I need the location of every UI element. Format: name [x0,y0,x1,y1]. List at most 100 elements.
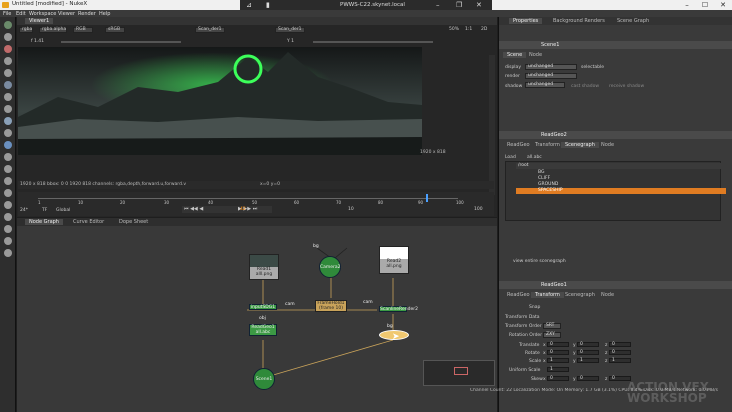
lut-dropdown[interactable]: sRGB [105,27,125,33]
tab-node[interactable]: Node [597,292,618,298]
step-value[interactable]: 10 [348,207,354,212]
scale-y-field[interactable]: 1 [577,358,599,363]
metadata-tool-icon[interactable] [4,153,12,161]
rotate-y-field[interactable]: 0 [577,350,599,355]
node-input-sdg[interactable]: inputSDG1 [249,304,277,310]
toolsets-tool-icon[interactable] [4,165,12,173]
transform-tool-icon[interactable] [4,117,12,125]
rotate-z-field[interactable]: 0 [609,350,631,355]
uniform-scale-field[interactable]: 1 [547,367,569,372]
range-dropdown[interactable]: Global [56,208,70,213]
remote-minimize-button[interactable]: – [436,1,440,9]
minimize-button[interactable]: – [678,0,696,10]
render-dropdown[interactable]: unchanged [525,73,577,79]
remote-restore-button[interactable]: ❐ [456,1,462,9]
remote-close-button[interactable]: ✕ [476,1,482,9]
pin-icon[interactable]: ⊿ [246,1,252,9]
playback-controls[interactable]: ⏮ ◀◀ ◀ ▶ ▶▶ ⏭ [182,206,272,213]
time-tool-icon[interactable] [4,45,12,53]
node-scanline-render[interactable]: ScanlineRender2 [379,306,418,312]
tab-readgeo[interactable]: ReadGeo [503,292,534,298]
timeline-track[interactable] [38,198,458,199]
merge-tool-icon[interactable] [4,105,12,113]
colorspace-dropdown[interactable]: RGB [73,27,93,33]
tab-readgeo[interactable]: ReadGeo [503,142,534,148]
ratio-dropdown[interactable]: 1:1 [465,27,472,32]
translate-z-field[interactable]: 0 [609,342,631,347]
other-tool-icon[interactable] [4,201,12,209]
node-read2[interactable]: Read2 all.png [379,246,409,274]
color-tool-icon[interactable] [4,69,12,77]
tab-scenegraph[interactable]: Scenegraph [561,142,599,148]
image-tool-icon[interactable] [4,21,12,29]
tab-viewer1[interactable]: Viewer1 [25,18,54,24]
cara-tool-icon[interactable] [4,237,12,245]
scene1-panel-header[interactable]: Scene1 [499,41,732,49]
input-b-dropdown[interactable]: Scan_der1 [275,27,305,33]
tree-row[interactable]: /root [516,163,726,169]
tree-row-selected[interactable]: SPACESHIP [516,188,726,194]
display-dropdown[interactable]: unchanged [525,64,577,70]
readgeo2-panel-header[interactable]: ReadGeo2 [499,131,732,139]
zoom-dropdown[interactable]: 50% [449,27,459,32]
viewer-image[interactable] [18,47,422,155]
readgeo1-panel-header[interactable]: ReadGeo1 [499,281,732,289]
tab-properties[interactable]: Properties [509,18,543,24]
scale-z-field[interactable]: 1 [609,358,631,363]
skew-y-field[interactable]: 0 [577,376,599,381]
rotation-order-dropdown[interactable]: ZXY [543,332,561,338]
rotate-x-field[interactable]: 0 [547,350,569,355]
node-scene1[interactable]: Scene1 [253,368,275,390]
scale-x-field[interactable]: 1 [547,358,569,363]
graph-minimap[interactable] [423,360,495,386]
scenegraph-tree[interactable]: /root BG CLIFF GROUND SPACESHIP [505,161,726,221]
skew-x-field[interactable]: 0 [547,376,569,381]
channel-tool-icon[interactable] [4,57,12,65]
tab-scene-graph[interactable]: Scene Graph [613,18,653,24]
cast-shadow-checkbox[interactable]: cast shadow [571,84,599,89]
3d-tool-icon[interactable] [4,129,12,137]
pencil-tool-icon[interactable] [4,249,12,257]
ocula-tool-icon[interactable] [4,225,12,233]
tab-background-renders[interactable]: Background Renders [549,18,609,24]
playhead[interactable] [426,194,428,202]
view-entire-checkbox[interactable]: view entire scenegraph [513,259,566,264]
close-button[interactable]: ✕ [714,0,732,10]
tab-transform[interactable]: Transform [531,292,564,298]
tab-scene[interactable]: Scene [503,52,527,58]
layer-dropdown[interactable]: rgba.alpha [39,27,67,33]
filter-tool-icon[interactable] [4,81,12,89]
tab-node[interactable]: Node [525,52,546,58]
mode-dropdown[interactable]: 2D [481,27,487,32]
node-framehold[interactable]: FrameHold1 (frame 10) [315,300,347,312]
furnace-tool-icon[interactable] [4,213,12,221]
tab-transform[interactable]: Transform [531,142,564,148]
tab-node[interactable]: Node [597,142,618,148]
particles-tool-icon[interactable] [4,177,12,185]
node-read1[interactable]: Read1 alll.png [249,254,279,280]
shadow-dropdown[interactable]: unchanged [525,82,565,88]
translate-y-field[interactable]: 0 [577,342,599,347]
gamma-value[interactable]: Y 1 [287,39,294,44]
node-camera2[interactable]: Camera2 [319,256,341,278]
timecode-dropdown[interactable]: TF [42,208,47,213]
exposure-value[interactable]: f 1.41 [31,39,44,44]
translate-x-field[interactable]: 0 [547,342,569,347]
tab-scenegraph[interactable]: Scenegraph [561,292,599,298]
node-readgeo1[interactable]: ReadGeo1 all.abc [249,324,277,336]
keyer-tool-icon[interactable] [4,93,12,101]
deep-tool-icon[interactable] [4,189,12,197]
channels-dropdown[interactable]: rgba [19,27,33,33]
node-graph-panel[interactable]: Node Graph Curve Editor Dope Sheet Read1… [17,218,497,412]
draw-tool-icon[interactable] [4,33,12,41]
gamma-slider[interactable] [313,41,433,43]
fps-dropdown[interactable]: 24* [20,208,28,213]
current-frame[interactable]: 42 [240,207,246,212]
input-a-dropdown[interactable]: Scan_der1 [195,27,225,33]
transform-order-dropdown[interactable]: SRT [543,323,561,329]
views-tool-icon[interactable] [4,141,12,149]
end-frame[interactable]: 100 [474,207,483,212]
maximize-button[interactable]: ☐ [696,0,714,10]
selectable-checkbox[interactable]: selectable [581,65,604,70]
exposure-slider[interactable] [61,41,181,43]
